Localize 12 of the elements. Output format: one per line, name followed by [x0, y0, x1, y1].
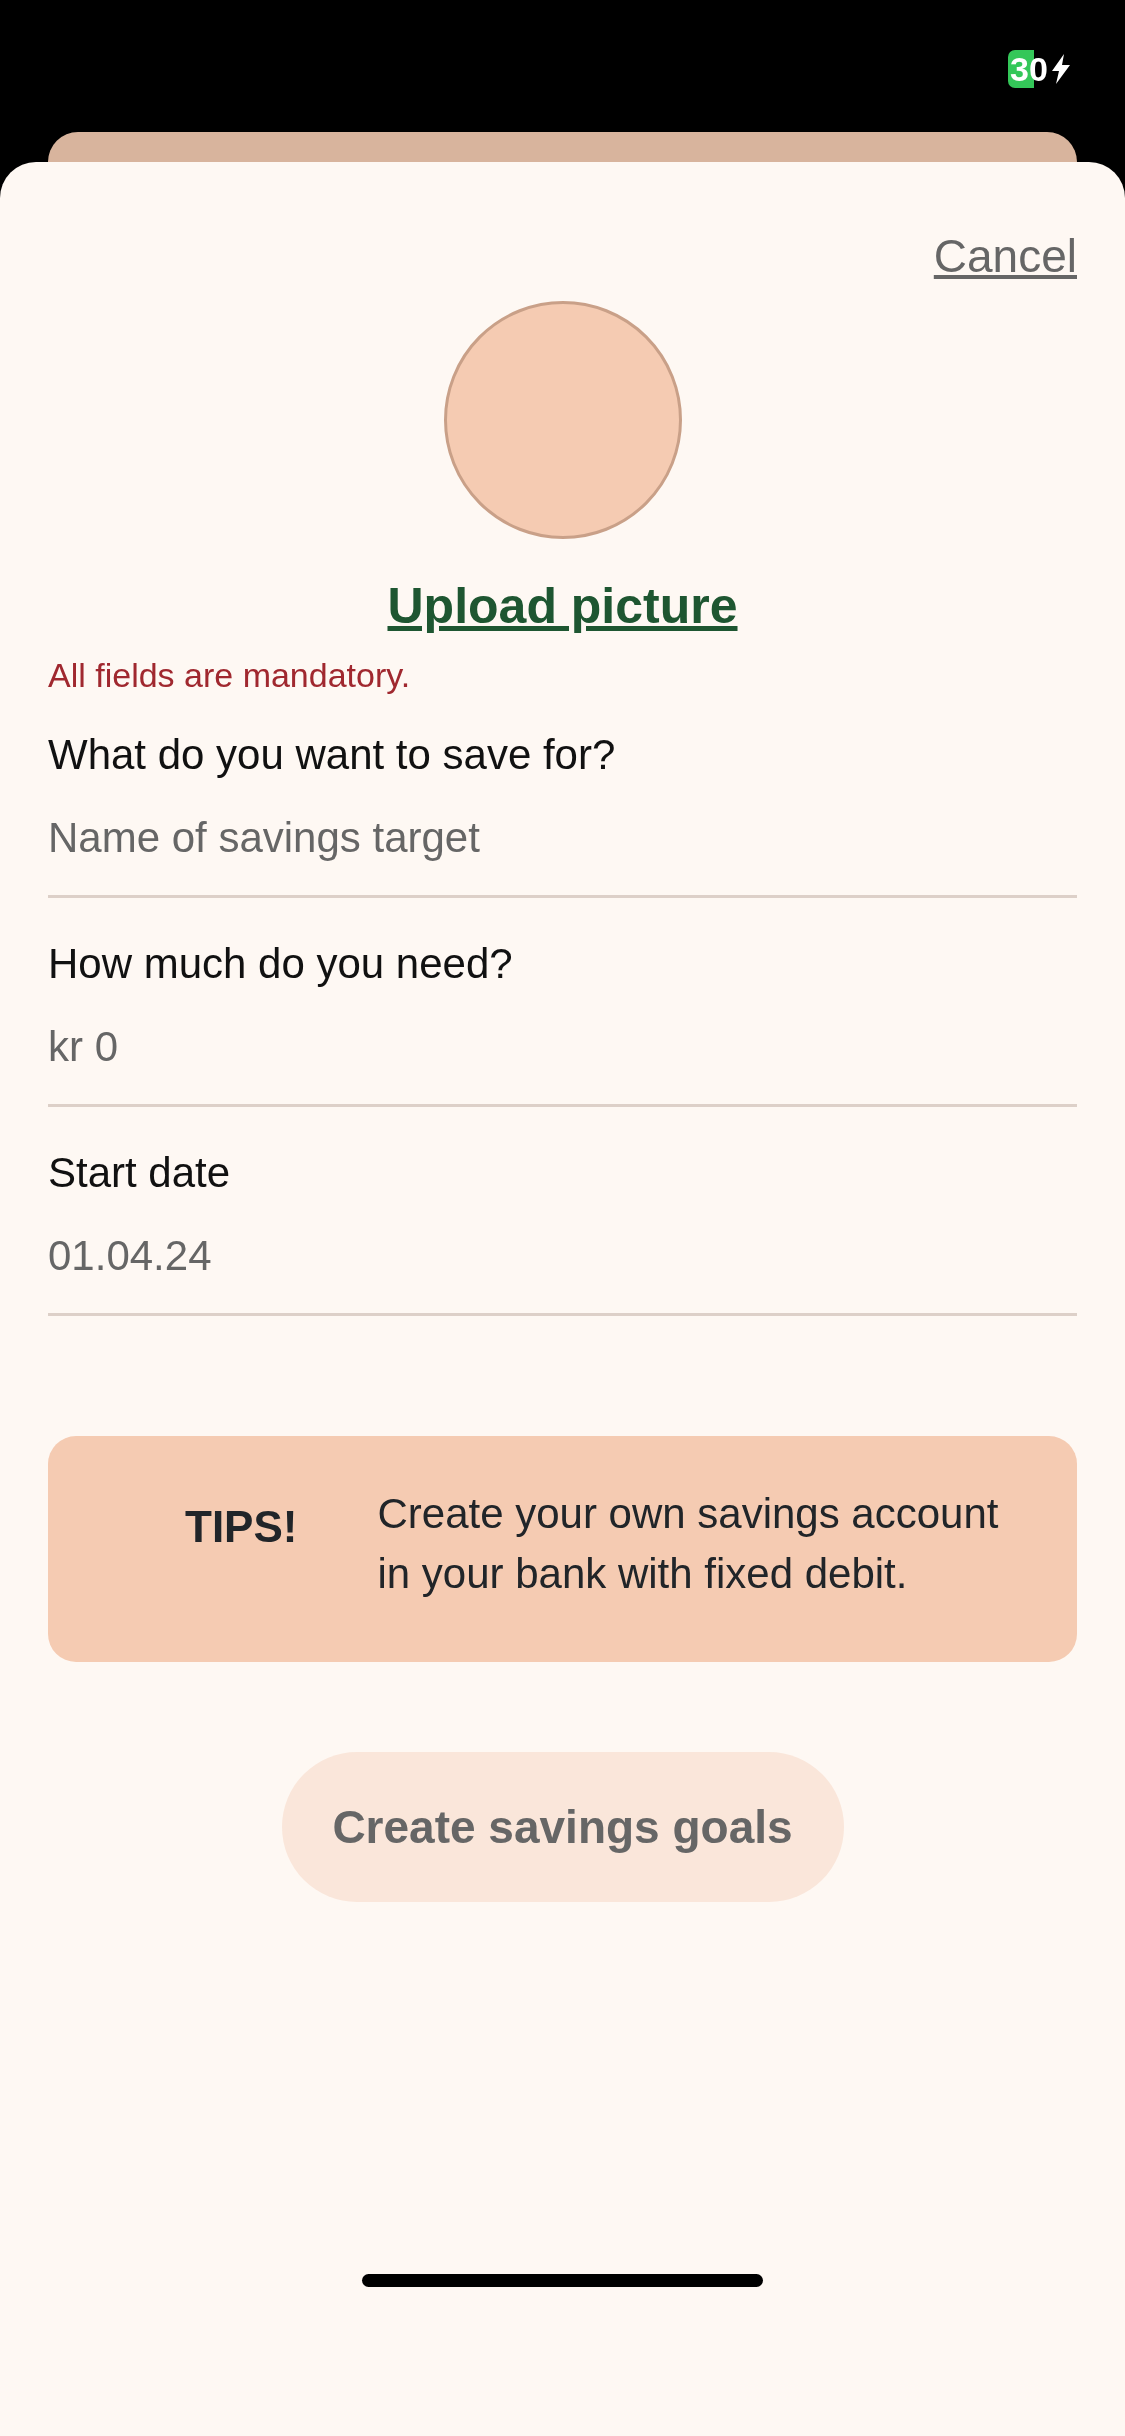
field-label: How much do you need? — [48, 939, 514, 989]
upload-picture-link[interactable]: Upload picture — [387, 578, 738, 634]
input-field[interactable]: Name of savings target — [48, 786, 1077, 898]
input-field[interactable]: 01.04.24 — [48, 1204, 1077, 1316]
input-field[interactable]: kr 0 — [48, 995, 1077, 1107]
charging-icon — [1051, 54, 1070, 84]
cancel-link[interactable]: Cancel — [933, 222, 1077, 291]
tips-title: TIPS! — [185, 1501, 298, 1553]
tips-text: Create your own savings account in your bank with fixed debit. — [377, 1489, 1000, 1599]
mandatory-notice: All fields are mandatory. — [48, 655, 412, 696]
field-label: Start date — [48, 1148, 232, 1198]
field-label: What do you want to save for? — [48, 730, 617, 780]
